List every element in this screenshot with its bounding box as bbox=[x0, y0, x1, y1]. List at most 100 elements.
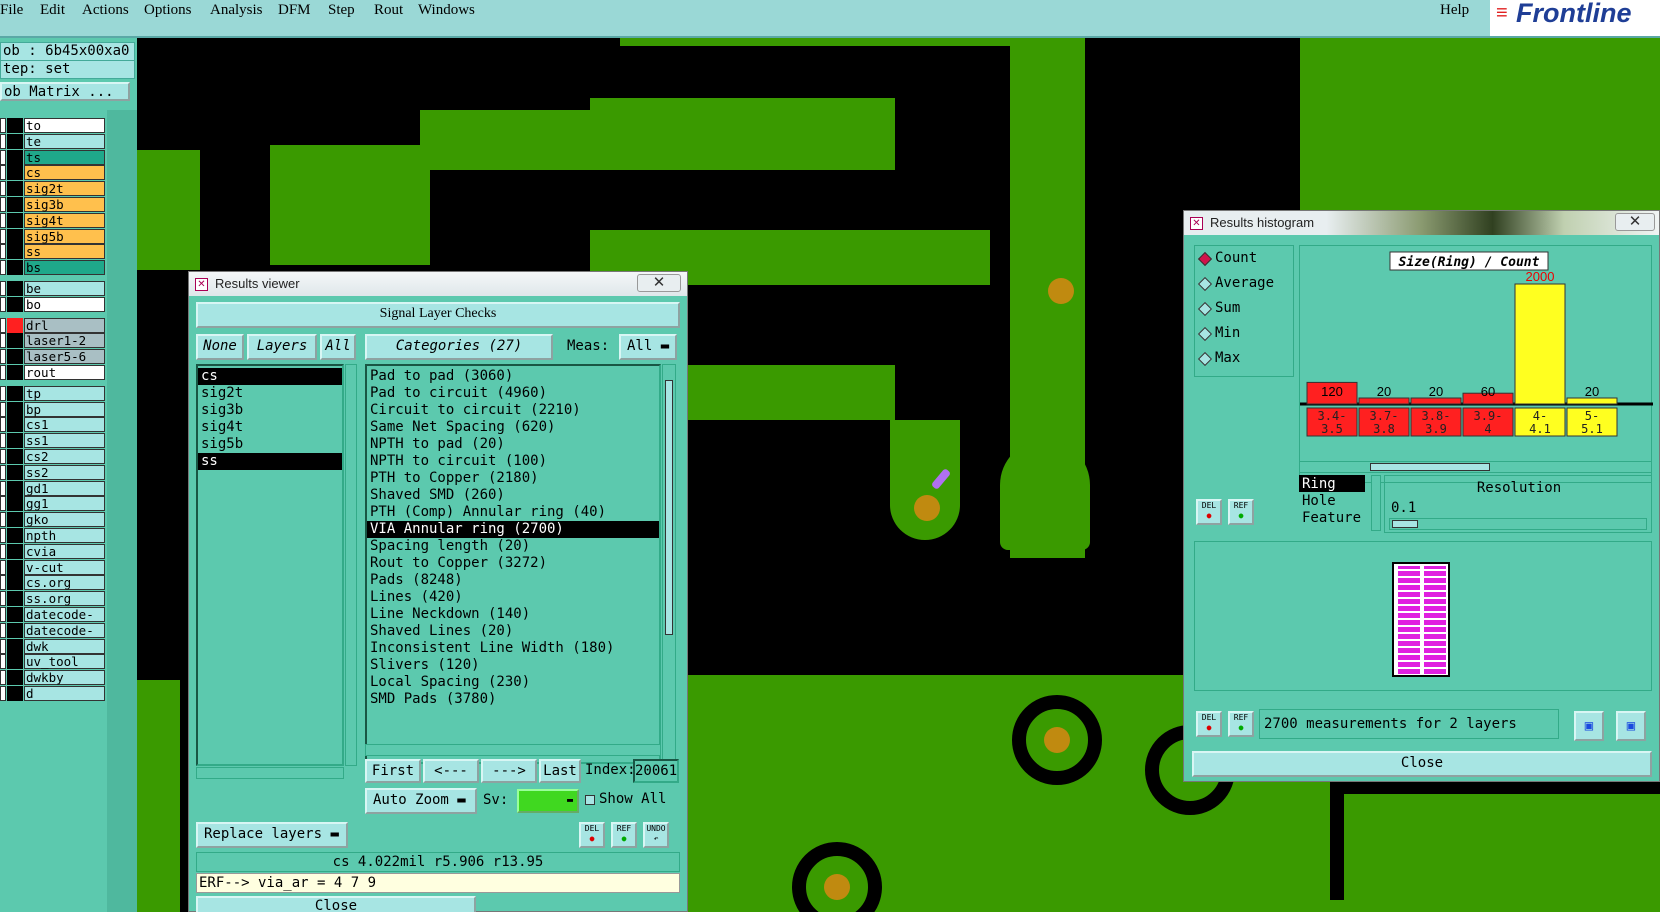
layer-item[interactable]: ss.org bbox=[24, 591, 105, 607]
layer-checkbox[interactable] bbox=[0, 480, 6, 496]
layer-item[interactable]: bs bbox=[24, 260, 105, 276]
layer-checkbox[interactable] bbox=[0, 244, 6, 260]
category-item[interactable]: Pad to circuit (4960) bbox=[367, 385, 659, 402]
category-item[interactable]: SMD Pads (3780) bbox=[367, 691, 659, 708]
layer-list-item[interactable]: ss bbox=[198, 453, 342, 470]
layer-checkbox[interactable] bbox=[0, 686, 6, 701]
category-item[interactable]: Spacing length (20) bbox=[367, 538, 659, 555]
layer-color-swatch[interactable] bbox=[7, 417, 23, 433]
menu-actions[interactable]: Actions bbox=[82, 2, 129, 19]
histogram-scroll-thumb[interactable] bbox=[1370, 463, 1490, 471]
layer-checkbox[interactable] bbox=[0, 349, 6, 365]
layer-color-swatch[interactable] bbox=[7, 333, 23, 349]
layer-color-swatch[interactable] bbox=[7, 512, 23, 528]
layer-item[interactable]: sig5b bbox=[24, 228, 105, 244]
layer-color-swatch[interactable] bbox=[7, 281, 23, 296]
layer-checkbox[interactable] bbox=[0, 317, 6, 333]
preview-del-button[interactable]: DEL ● bbox=[1196, 711, 1222, 737]
measurement-type-item[interactable]: Feature bbox=[1299, 509, 1365, 526]
layer-item[interactable]: laser5-6 bbox=[24, 349, 105, 365]
layer-checkbox[interactable] bbox=[0, 149, 6, 165]
mode-radio-count[interactable]: Count bbox=[1195, 246, 1293, 271]
category-item[interactable]: Shaved SMD (260) bbox=[367, 487, 659, 504]
menu-options[interactable]: Options bbox=[144, 2, 192, 19]
layer-color-swatch[interactable] bbox=[7, 133, 23, 149]
layer-checkbox[interactable] bbox=[0, 512, 6, 528]
layer-item[interactable]: dwk bbox=[24, 638, 105, 654]
layer-list-hscrollbar[interactable] bbox=[196, 767, 344, 779]
layer-color-swatch[interactable] bbox=[7, 296, 23, 312]
layer-checkbox[interactable] bbox=[0, 543, 6, 559]
layer-item[interactable]: v-cut bbox=[24, 559, 105, 575]
layer-item[interactable]: ss2 bbox=[24, 464, 105, 480]
layer-color-swatch[interactable] bbox=[7, 165, 23, 181]
layer-item[interactable]: cs1 bbox=[24, 417, 105, 433]
layer-color-swatch[interactable] bbox=[7, 543, 23, 559]
menu-file[interactable]: File bbox=[0, 2, 23, 19]
last-button[interactable]: Last bbox=[539, 759, 581, 783]
layer-item[interactable]: sig2t bbox=[24, 181, 105, 197]
category-item[interactable]: Pad to pad (3060) bbox=[367, 368, 659, 385]
layer-color-swatch[interactable] bbox=[7, 638, 23, 654]
ref-button[interactable]: REF ● bbox=[611, 822, 637, 848]
layer-item[interactable]: ss1 bbox=[24, 433, 105, 449]
layer-color-swatch[interactable] bbox=[7, 401, 23, 417]
layer-list-item[interactable]: sig4t bbox=[198, 419, 342, 436]
hist-del-button[interactable]: DEL ● bbox=[1196, 499, 1222, 525]
category-item[interactable]: NPTH to pad (20) bbox=[367, 436, 659, 453]
category-item[interactable]: Circuit to circuit (2210) bbox=[367, 402, 659, 419]
layer-list-scrollbar[interactable] bbox=[345, 364, 357, 766]
layer-color-swatch[interactable] bbox=[7, 654, 23, 670]
mode-radio-sum[interactable]: Sum bbox=[1195, 296, 1293, 321]
layer-item[interactable]: tp bbox=[24, 385, 105, 401]
category-item[interactable]: Same Net Spacing (620) bbox=[367, 419, 659, 436]
layer-checkbox[interactable] bbox=[0, 333, 6, 349]
menu-windows[interactable]: Windows bbox=[418, 2, 475, 19]
layer-checkbox[interactable] bbox=[0, 197, 6, 212]
layer-checkbox[interactable] bbox=[0, 638, 6, 654]
layer-checkbox[interactable] bbox=[0, 260, 6, 276]
categories-scrollbar[interactable] bbox=[662, 364, 676, 764]
layer-item[interactable]: cs2 bbox=[24, 449, 105, 464]
layer-checkbox[interactable] bbox=[0, 181, 6, 197]
layer-item[interactable]: be bbox=[24, 281, 105, 296]
layer-color-swatch[interactable] bbox=[7, 212, 23, 228]
layer-checkbox[interactable] bbox=[0, 591, 6, 607]
layer-item[interactable]: datecode-ptc bbox=[24, 607, 105, 636]
layer-checkbox[interactable] bbox=[0, 165, 6, 181]
measurement-type-list[interactable]: Ring Hole Feature bbox=[1299, 475, 1369, 531]
menu-analysis[interactable]: Analysis bbox=[210, 2, 263, 19]
layer-color-swatch[interactable] bbox=[7, 181, 23, 197]
layer-color-swatch[interactable] bbox=[7, 496, 23, 512]
show-all-checkbox[interactable] bbox=[585, 795, 595, 805]
layer-color-swatch[interactable] bbox=[7, 449, 23, 464]
layer-checkbox[interactable] bbox=[0, 528, 6, 543]
layer-color-swatch[interactable] bbox=[7, 260, 23, 276]
layer-color-swatch[interactable] bbox=[7, 528, 23, 543]
layer-list-item[interactable]: sig2t bbox=[198, 385, 342, 402]
layer-color-swatch[interactable] bbox=[7, 480, 23, 496]
layer-checkbox[interactable] bbox=[0, 464, 6, 480]
measurement-type-scrollbar[interactable] bbox=[1371, 475, 1381, 531]
preview-ref-button[interactable]: REF ● bbox=[1228, 711, 1254, 737]
layer-item[interactable]: bp bbox=[24, 401, 105, 417]
chart-export-icon[interactable]: ▣ bbox=[1616, 711, 1646, 741]
layer-color-swatch[interactable] bbox=[7, 686, 23, 701]
layer-item[interactable]: datecode-pbc bbox=[24, 622, 105, 651]
layer-item[interactable]: laser1-2 bbox=[24, 333, 105, 349]
categories-hscrollbar[interactable] bbox=[365, 744, 661, 756]
signal-layer-checks-header[interactable]: Signal Layer Checks bbox=[196, 302, 680, 328]
layer-checkbox[interactable] bbox=[0, 133, 6, 149]
layer-item[interactable]: gd1 bbox=[24, 480, 105, 496]
layer-color-swatch[interactable] bbox=[7, 433, 23, 449]
layer-checkbox[interactable] bbox=[0, 433, 6, 449]
layer-item[interactable]: cvia bbox=[24, 543, 105, 559]
layer-checkbox[interactable] bbox=[0, 296, 6, 312]
mode-radio-max[interactable]: Max bbox=[1195, 346, 1293, 371]
layer-item[interactable]: ss bbox=[24, 244, 105, 260]
category-item[interactable]: Rout to Copper (3272) bbox=[367, 555, 659, 572]
undo-button[interactable]: UNDO ↶ bbox=[643, 822, 669, 848]
layer-checkbox[interactable] bbox=[0, 670, 6, 686]
layer-item[interactable]: uv_tool bbox=[24, 654, 105, 670]
menu-help[interactable]: Help bbox=[1440, 2, 1469, 19]
